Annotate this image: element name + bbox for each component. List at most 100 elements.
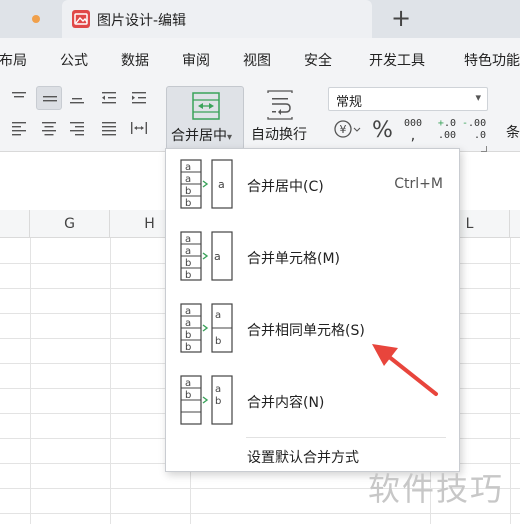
justify-button[interactable] <box>96 116 122 140</box>
svg-text:b: b <box>185 198 191 209</box>
menu-formulas[interactable]: 公式 <box>60 50 88 70</box>
increase-decimal-button[interactable]: +.0 .00 <box>432 118 456 146</box>
tab-title: 图片设计-编辑 <box>97 13 187 29</box>
menu-item-merge-cells[interactable]: a a b b a 合并单元格(M) <box>166 221 459 293</box>
grid-row-line <box>0 513 520 514</box>
merge-center-label: 合并居中▾ <box>171 128 233 144</box>
align-top-icon <box>12 92 26 98</box>
menu-item-merge-center[interactable]: a a b b a 合并居中(C) Ctrl+M <box>166 149 459 221</box>
svg-text:a: a <box>185 246 191 257</box>
percent-button[interactable]: % <box>372 118 394 146</box>
new-tab-button[interactable]: + <box>388 5 414 31</box>
tab-previous[interactable] <box>0 0 62 38</box>
svg-text:b: b <box>185 186 191 197</box>
svg-text:b: b <box>185 258 191 269</box>
number-format-select[interactable]: 常规 ▾ <box>328 87 488 111</box>
currency-symbol: ¥ <box>340 123 347 136</box>
increase-indent-icon <box>132 92 146 104</box>
svg-text:b: b <box>185 330 191 341</box>
menu-item-label: 合并单元格(M) <box>247 251 341 267</box>
menu-item-shortcut: Ctrl+M <box>394 176 443 192</box>
align-bottom-icon <box>70 98 84 104</box>
menu-item-merge-content[interactable]: a b a b 合并内容(N) <box>166 365 459 437</box>
align-right-icon <box>70 122 84 136</box>
image-design-icon <box>72 10 90 28</box>
ribbon-toolbar: 合并居中▾ 自动换行 常规 ▾ ¥ % 000 , +.0 .00 -.00 .… <box>0 80 520 152</box>
menu-item-label: 合并居中(C) <box>247 179 324 195</box>
align-top-button[interactable] <box>6 86 32 110</box>
menu-item-set-default-merge[interactable]: 设置默认合并方式 <box>247 447 359 467</box>
currency-button[interactable]: ¥ <box>332 118 362 146</box>
align-center-icon <box>42 122 56 136</box>
align-middle-icon <box>43 96 57 102</box>
svg-text:b: b <box>215 336 221 347</box>
decrease-decimal-bottom: .0 <box>473 130 486 141</box>
decrease-indent-icon <box>102 92 116 104</box>
svg-text:a: a <box>185 306 191 317</box>
decrease-decimal-top: -.00 <box>462 118 487 129</box>
wrap-text-icon <box>267 90 293 120</box>
align-middle-button[interactable] <box>36 86 62 110</box>
merge-center-icon: a a b b a <box>180 159 233 209</box>
align-left-button[interactable] <box>6 116 32 140</box>
svg-text:a: a <box>215 310 221 321</box>
svg-text:b: b <box>215 396 221 407</box>
chevron-down-icon: ▾ <box>475 91 481 104</box>
decrease-decimal-button[interactable]: -.00 .0 <box>462 118 486 146</box>
menu-divider <box>246 437 446 438</box>
merge-same-cells-icon: a a b b a b <box>180 303 233 353</box>
conditional-format-label[interactable]: 条 <box>506 122 520 142</box>
align-bottom-button[interactable] <box>64 86 90 110</box>
spreadsheet-window: 图片设计-编辑 + 布局 公式 数据 审阅 视图 安全 开发工具 特色功能 合并… <box>0 0 520 524</box>
grid-column-line <box>30 238 31 524</box>
svg-text:a: a <box>185 378 191 389</box>
menu-layout[interactable]: 布局 <box>0 50 27 70</box>
menu-security[interactable]: 安全 <box>304 50 332 70</box>
menu-data[interactable]: 数据 <box>121 50 149 70</box>
menu-features[interactable]: 特色功能 <box>464 50 520 70</box>
merge-dropdown-menu: a a b b a 合并居中(C) Ctrl+M a a b b a 合并单元格… <box>165 148 460 472</box>
column-header-blank <box>0 210 30 238</box>
column-header-g[interactable]: G <box>30 210 110 238</box>
menu-item-label: 合并相同单元格(S) <box>247 323 365 339</box>
merge-center-button[interactable]: 合并居中▾ <box>166 86 244 150</box>
wrap-text-label: 自动换行 <box>251 127 307 143</box>
merge-cells-icon: a a b b a <box>180 231 233 281</box>
svg-text:b: b <box>185 390 191 401</box>
justify-icon <box>102 122 116 136</box>
merge-center-icon <box>192 92 220 120</box>
increase-decimal-bottom: .00 <box>437 130 456 141</box>
merge-content-icon: a b a b <box>180 375 233 425</box>
watermark-text: 软件技巧 <box>368 470 505 508</box>
number-format-value: 常规 <box>336 95 363 110</box>
align-right-button[interactable] <box>64 116 90 140</box>
grid-column-line <box>510 238 511 524</box>
svg-text:a: a <box>185 174 191 185</box>
unsaved-dot-icon <box>32 15 40 23</box>
align-center-button[interactable] <box>36 116 62 140</box>
tab-document[interactable]: 图片设计-编辑 <box>62 0 372 38</box>
menu-item-label: 合并内容(N) <box>247 395 325 411</box>
thousands-separator-button[interactable]: 000 , <box>402 118 424 146</box>
distributed-align-icon <box>131 122 147 134</box>
svg-text:b: b <box>185 342 191 353</box>
menu-view[interactable]: 视图 <box>243 50 271 70</box>
column-header-next <box>510 210 520 238</box>
increase-decimal-top: +.0 <box>437 118 456 129</box>
decrease-indent-button[interactable] <box>96 86 122 110</box>
title-bar: 图片设计-编辑 + <box>0 0 520 38</box>
svg-text:a: a <box>214 250 221 263</box>
distributed-align-button[interactable] <box>126 116 152 140</box>
svg-text:a: a <box>185 234 191 245</box>
menu-item-merge-same-cells[interactable]: a a b b a b 合并相同单元格(S) <box>166 293 459 365</box>
menu-bar: 布局 公式 数据 审阅 视图 安全 开发工具 特色功能 <box>0 38 520 80</box>
svg-text:a: a <box>185 162 191 173</box>
menu-review[interactable]: 审阅 <box>182 50 210 70</box>
svg-text:a: a <box>218 178 225 191</box>
svg-text:a: a <box>185 318 191 329</box>
menu-developer[interactable]: 开发工具 <box>369 50 425 70</box>
svg-text:a: a <box>215 384 221 395</box>
increase-indent-button[interactable] <box>126 86 152 110</box>
wrap-text-button[interactable]: 自动换行 <box>248 86 314 150</box>
chevron-down-icon: ▾ <box>227 132 233 143</box>
